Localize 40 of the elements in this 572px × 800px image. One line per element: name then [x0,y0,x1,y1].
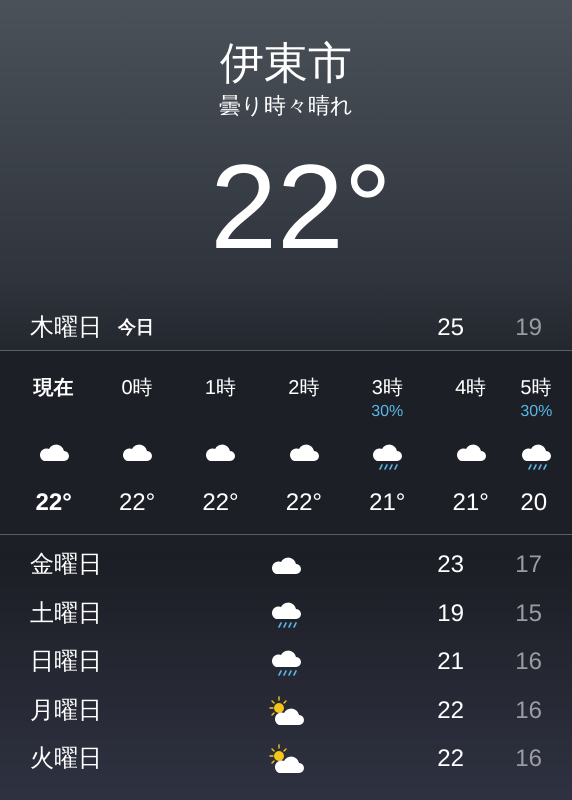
hour-temperature: 22° [118,488,156,518]
high-temperature: 25 [436,312,464,342]
day-name: 日曜日 [30,647,103,678]
high-temperature: 19 [436,598,464,629]
hour-label: 2時 [288,376,320,401]
current-temperature: 22° [209,142,392,272]
hour-label: 現在 [34,376,74,401]
sun-cloud-icon [267,743,305,776]
hour-temperature: 21° [369,488,406,518]
hour-temperature: 21° [452,488,489,518]
weather-condition: 曇り時々晴れ [219,92,353,120]
hour-temperature: 22° [286,488,322,518]
hour-label: 1時 [204,376,236,401]
low-temperature: 19 [514,312,542,342]
low-temperature: 16 [514,744,542,774]
high-temperature: 22 [436,696,464,726]
day-name: 土曜日 [30,598,103,629]
low-temperature: 16 [514,647,542,678]
today-label: 今日 [118,316,154,339]
day-name: 金曜日 [30,550,103,580]
sun-cloud-icon [267,694,305,727]
low-temperature: 17 [514,550,542,580]
high-temperature: 23 [436,550,464,580]
precipitation-chance: 30% [371,402,404,422]
hour-temperature: 22° [36,488,72,518]
high-temperature: 21 [436,647,464,678]
hour-label: 4時 [455,376,486,401]
day-name: 木曜日 [30,312,102,342]
city-name: 伊東市 [220,38,352,90]
hour-label: 0時 [122,376,153,401]
hour-temperature: 20 [520,488,548,518]
high-temperature: 22 [436,744,464,774]
day-name: 火曜日 [30,744,103,774]
low-temperature: 15 [514,598,542,629]
hour-label: 3時 [372,376,403,401]
hour-label: 5時 [520,376,552,401]
hour-temperature: 22° [202,488,239,518]
low-temperature: 16 [514,696,542,726]
day-name: 月曜日 [30,696,103,726]
precipitation-chance: 30% [520,402,552,422]
